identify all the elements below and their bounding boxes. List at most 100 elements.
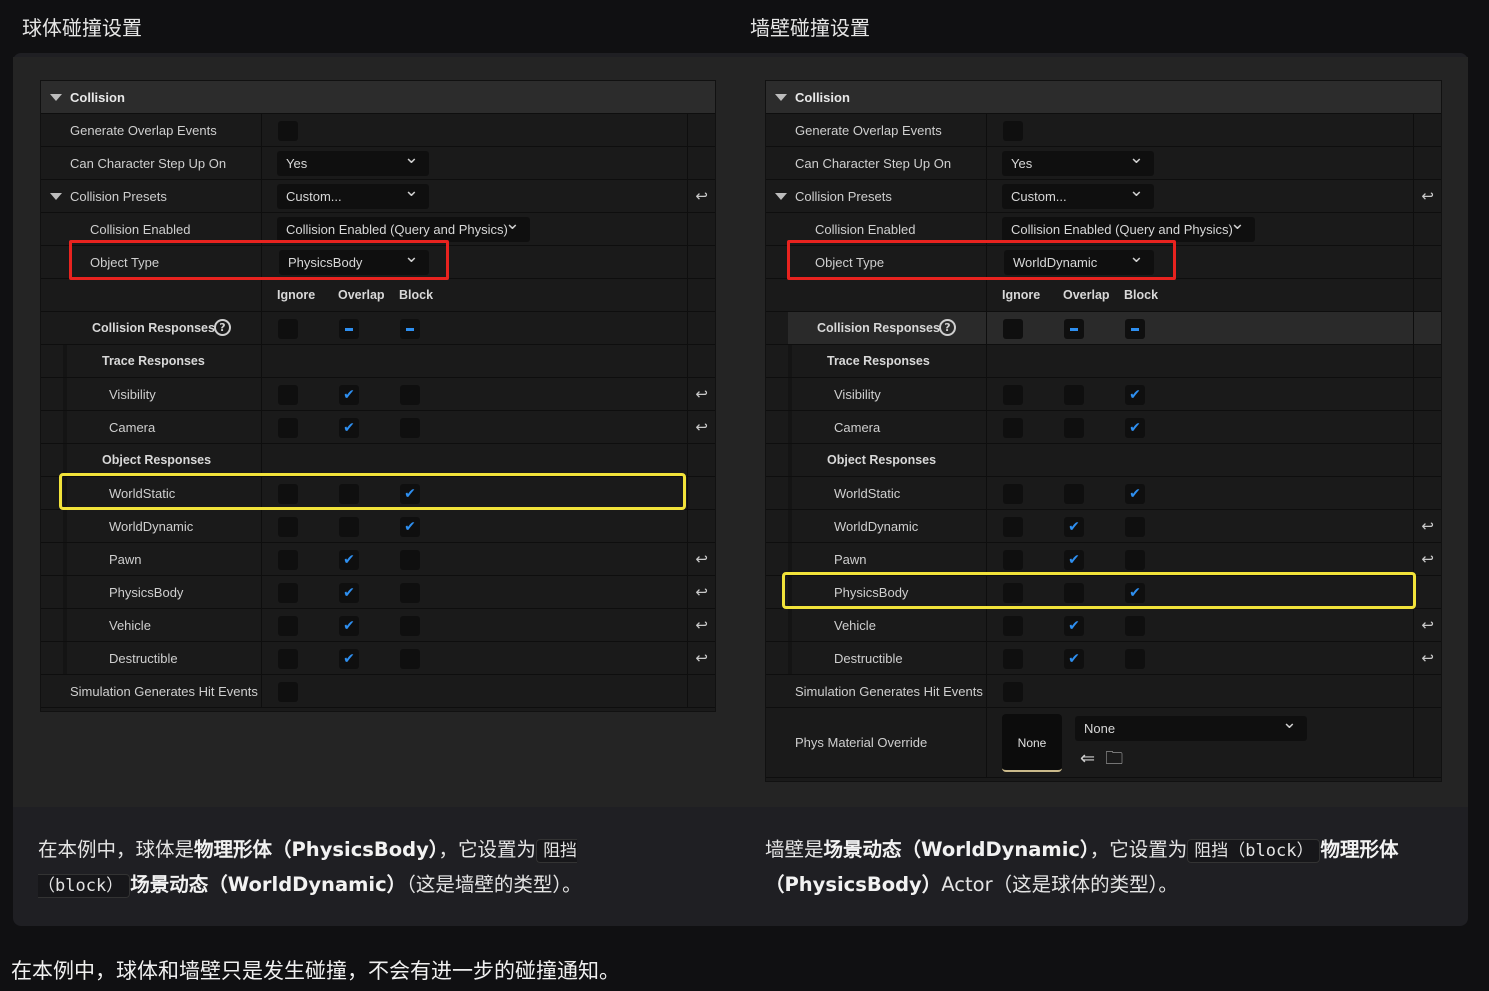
block-checkbox[interactable]	[400, 616, 420, 636]
step-up-combo[interactable]: Yes ⌄	[277, 147, 429, 176]
use-selected-icon[interactable]: ⇐	[1080, 748, 1105, 769]
overlap-checkbox[interactable]	[339, 517, 359, 537]
ignore-checkbox[interactable]	[278, 583, 298, 603]
object-type-highlight	[787, 240, 1176, 280]
material-thumbnail[interactable]: None	[1002, 714, 1062, 772]
ignore-checkbox[interactable]	[278, 550, 298, 570]
property-label: Generate Overlap Events	[795, 123, 942, 138]
block-all-checkbox[interactable]	[1125, 319, 1145, 339]
overlap-checkbox[interactable]: ✔	[1064, 616, 1084, 636]
ignore-checkbox[interactable]	[1003, 649, 1023, 669]
column-divider	[687, 180, 688, 212]
overlap-checkbox[interactable]: ✔	[339, 550, 359, 570]
indent-gutter	[41, 345, 63, 377]
ignore-checkbox[interactable]	[1003, 616, 1023, 636]
ignore-all-checkbox[interactable]	[1003, 319, 1023, 339]
block-checkbox[interactable]	[400, 418, 420, 438]
ignore-checkbox[interactable]	[278, 517, 298, 537]
ignore-checkbox[interactable]	[278, 418, 298, 438]
column-divider	[687, 312, 688, 344]
ignore-checkbox[interactable]	[1003, 550, 1023, 570]
checkmark-icon: ✔	[1068, 552, 1080, 568]
block-checkbox[interactable]: ✔	[1125, 418, 1145, 438]
expand-arrow-icon[interactable]	[775, 94, 787, 101]
overlap-checkbox[interactable]	[1064, 484, 1084, 504]
collision-presets-combo[interactable]: Custom... ⌄	[277, 180, 429, 209]
help-icon[interactable]: ?	[939, 319, 956, 336]
reset-to-default-icon[interactable]: ↩	[695, 550, 708, 568]
generate-overlap-checkbox[interactable]	[278, 121, 298, 141]
phys-material-combo[interactable]: None ⌄	[1075, 712, 1307, 741]
reset-to-default-icon[interactable]: ↩	[1421, 616, 1434, 634]
sim-hit-checkbox[interactable]	[1003, 682, 1023, 702]
column-divider	[687, 114, 688, 146]
block-checkbox[interactable]	[1125, 517, 1145, 537]
expand-arrow-icon[interactable]	[775, 193, 787, 200]
block-checkbox[interactable]: ✔	[400, 517, 420, 537]
row-sim-hit: Simulation Generates Hit Events	[41, 675, 715, 708]
expand-arrow-icon[interactable]	[50, 94, 62, 101]
block-checkbox[interactable]	[400, 583, 420, 603]
left-caption: 在本例中，球体是物理形体（PhysicsBody），它设置为 阻挡（block）场…	[38, 833, 638, 903]
ignore-checkbox[interactable]	[278, 385, 298, 405]
reset-to-default-icon[interactable]: ↩	[1421, 517, 1434, 535]
column-divider	[687, 609, 688, 641]
overlap-checkbox[interactable]	[1064, 418, 1084, 438]
overlap-checkbox[interactable]	[1064, 385, 1084, 405]
reset-to-default-icon[interactable]: ↩	[695, 616, 708, 634]
column-divider	[261, 642, 262, 674]
collision-enabled-combo[interactable]: Collision Enabled (Query and Physics) ⌄	[1002, 213, 1255, 242]
response-row-visibility: Visibility ✔	[766, 378, 1441, 411]
ignore-checkbox[interactable]	[1003, 418, 1023, 438]
sim-hit-checkbox[interactable]	[278, 682, 298, 702]
indent-gutter	[41, 312, 63, 344]
overlap-checkbox[interactable]: ✔	[1064, 550, 1084, 570]
overlap-checkbox[interactable]: ✔	[339, 418, 359, 438]
block-checkbox[interactable]	[1125, 550, 1145, 570]
column-divider	[986, 477, 987, 509]
block-checkbox[interactable]	[400, 385, 420, 405]
overlap-all-checkbox[interactable]	[339, 319, 359, 339]
step-up-combo[interactable]: Yes ⌄	[1002, 147, 1154, 176]
ignore-checkbox[interactable]	[278, 649, 298, 669]
generate-overlap-checkbox[interactable]	[1003, 121, 1023, 141]
block-all-checkbox[interactable]	[400, 319, 420, 339]
ignore-all-checkbox[interactable]	[278, 319, 298, 339]
help-icon[interactable]: ?	[214, 319, 231, 336]
reset-to-default-icon[interactable]: ↩	[695, 418, 708, 436]
overlap-checkbox[interactable]: ✔	[339, 385, 359, 405]
block-checkbox[interactable]	[1125, 649, 1145, 669]
ignore-checkbox[interactable]	[1003, 385, 1023, 405]
block-checkbox[interactable]	[400, 649, 420, 669]
reset-to-default-icon[interactable]: ↩	[695, 187, 708, 205]
overlap-checkbox[interactable]: ✔	[339, 616, 359, 636]
overlap-all-checkbox[interactable]	[1064, 319, 1084, 339]
checkmark-icon: ✔	[404, 519, 416, 535]
expand-arrow-icon[interactable]	[50, 193, 62, 200]
collision-enabled-combo[interactable]: Collision Enabled (Query and Physics) ⌄	[277, 213, 530, 242]
ignore-checkbox[interactable]	[1003, 517, 1023, 537]
overlap-checkbox[interactable]: ✔	[339, 649, 359, 669]
ignore-checkbox[interactable]	[278, 616, 298, 636]
reset-to-default-icon[interactable]: ↩	[695, 583, 708, 601]
checkmark-icon: ✔	[343, 387, 355, 403]
column-divider	[1413, 147, 1414, 179]
block-checkbox[interactable]	[400, 550, 420, 570]
overlap-checkbox[interactable]: ✔	[1064, 517, 1084, 537]
left-details-panel: Collision Generate Overlap Events Can Char…	[40, 80, 716, 712]
asset-action-icons: ⇐🗀	[1080, 746, 1133, 776]
overlap-checkbox[interactable]: ✔	[339, 583, 359, 603]
reset-to-default-icon[interactable]: ↩	[1421, 550, 1434, 568]
block-checkbox[interactable]	[1125, 616, 1145, 636]
reset-to-default-icon[interactable]: ↩	[695, 385, 708, 403]
ignore-checkbox[interactable]	[1003, 484, 1023, 504]
collision-presets-combo[interactable]: Custom... ⌄	[1002, 180, 1154, 209]
block-checkbox[interactable]: ✔	[1125, 484, 1145, 504]
browse-asset-icon[interactable]: 🗀	[1105, 748, 1133, 769]
reset-to-default-icon[interactable]: ↩	[695, 649, 708, 667]
block-checkbox[interactable]: ✔	[1125, 385, 1145, 405]
reset-to-default-icon[interactable]: ↩	[1421, 649, 1434, 667]
reset-to-default-icon[interactable]: ↩	[1421, 187, 1434, 205]
response-label: Destructible	[834, 651, 903, 666]
overlap-checkbox[interactable]: ✔	[1064, 649, 1084, 669]
